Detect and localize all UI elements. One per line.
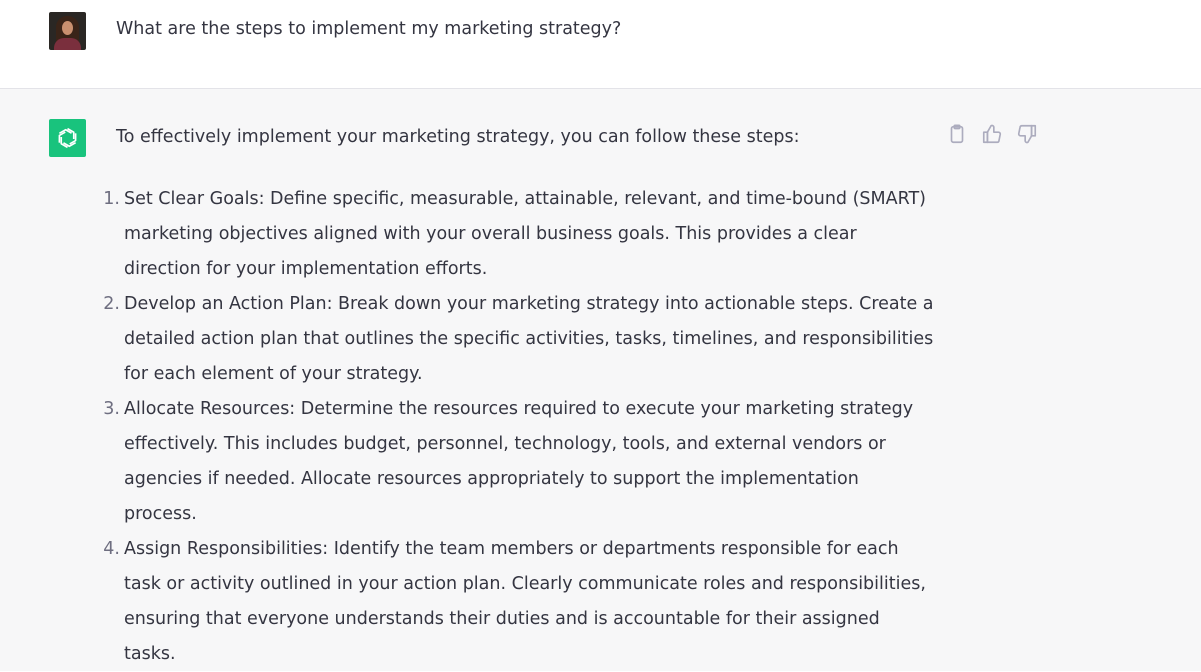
list-item-number: 2. (103, 294, 120, 314)
list-item-number: 3. (103, 399, 120, 419)
assistant-avatar (49, 119, 86, 157)
list-item-line: Set Clear Goals: Define specific, measur… (124, 189, 927, 209)
list-item-line: process. (124, 504, 197, 524)
list-item: 4. Assign Responsibilities: Identify the… (96, 532, 936, 672)
user-avatar (49, 12, 86, 50)
list-item: 2. Develop an Action Plan: Break down yo… (96, 287, 936, 392)
list-item-number: 4. (103, 539, 120, 559)
list-item-line: marketing objectives aligned with your o… (124, 224, 857, 244)
list-item-line: Assign Responsibilities: Identify the te… (124, 539, 899, 559)
user-message-row: What are the steps to implement my marke… (0, 0, 1201, 89)
openai-logo-icon (58, 127, 77, 149)
list-item-line: for each element of your strategy. (124, 364, 423, 384)
thumbs-down-icon (1017, 124, 1037, 144)
list-item: 3. Allocate Resources: Determine the res… (96, 392, 936, 532)
list-item: 1. Set Clear Goals: Define specific, mea… (96, 182, 936, 287)
list-item-line: detailed action plan that outlines the s… (124, 329, 934, 349)
list-item-line: Allocate Resources: Determine the resour… (124, 399, 914, 419)
assistant-message-row: To effectively implement your marketing … (0, 89, 1201, 671)
list-item-line: effectively. This includes budget, perso… (124, 434, 886, 454)
copy-button[interactable] (946, 123, 968, 145)
steps-list: 1. Set Clear Goals: Define specific, mea… (96, 182, 936, 672)
thumbs-up-button[interactable] (981, 123, 1003, 145)
list-item-line: task or activity outlined in your action… (124, 574, 926, 594)
list-item-line: ensuring that everyone understands their… (124, 609, 880, 629)
thumbs-down-button[interactable] (1016, 123, 1038, 145)
list-item-line: agencies if needed. Allocate resources a… (124, 469, 859, 489)
clipboard-icon (950, 124, 964, 144)
list-item-line: tasks. (124, 644, 176, 664)
list-item-line: direction for your implementation effort… (124, 259, 488, 279)
assistant-intro-text: To effectively implement your marketing … (116, 127, 800, 147)
list-item-line: Develop an Action Plan: Break down your … (124, 294, 934, 314)
user-message-text: What are the steps to implement my marke… (116, 19, 622, 39)
thumbs-up-icon (982, 124, 1002, 144)
list-item-number: 1. (103, 189, 120, 209)
